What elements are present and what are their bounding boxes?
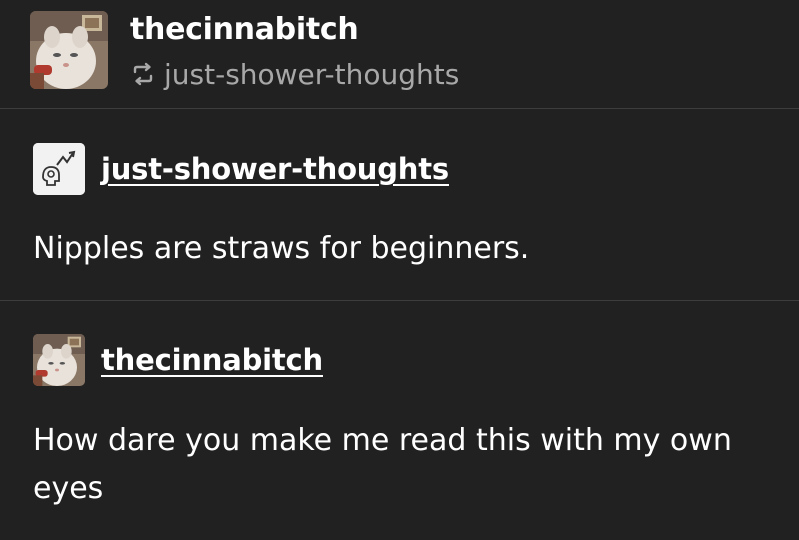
avatar[interactable] — [30, 11, 108, 89]
reblog-icon — [133, 62, 153, 86]
cat-avatar-image — [33, 334, 85, 386]
tumblr-post: thecinnabitch just-shower-thoughts just-… — [0, 0, 799, 540]
avatar[interactable] — [33, 334, 85, 386]
divider — [0, 108, 799, 109]
blog-name[interactable]: thecinnabitch — [130, 10, 359, 50]
rising-chart-head-icon — [33, 143, 85, 195]
cat-avatar-image — [30, 11, 108, 89]
post-author-reply: thecinnabitch — [33, 334, 323, 386]
post-body: Nipples are straws for beginners. — [33, 231, 530, 266]
avatar[interactable] — [33, 143, 85, 195]
reblog-source-name: just-shower-thoughts — [164, 57, 460, 91]
post-author-link[interactable]: thecinnabitch — [101, 343, 323, 377]
divider — [0, 300, 799, 301]
reblog-source[interactable]: just-shower-thoughts — [130, 56, 459, 92]
reply-body: How dare you make me read this with my o… — [33, 423, 732, 506]
post-author-link[interactable]: just-shower-thoughts — [101, 152, 449, 186]
post-header: thecinnabitch just-shower-thoughts — [0, 0, 799, 108]
post-author-original: just-shower-thoughts — [33, 143, 449, 195]
